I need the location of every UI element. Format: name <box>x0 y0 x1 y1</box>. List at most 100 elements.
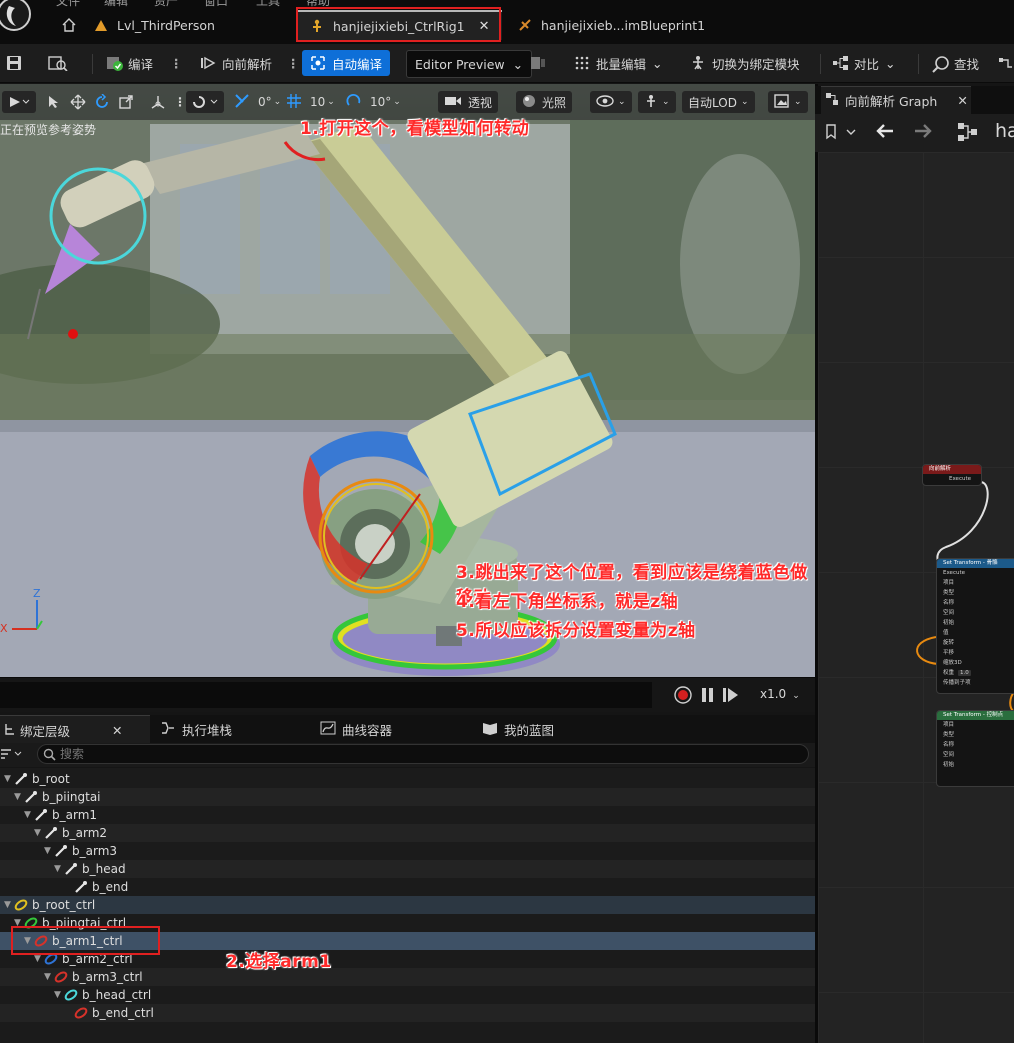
back-arrow-icon[interactable] <box>875 122 895 143</box>
lighting-dropdown[interactable]: 光照 <box>516 91 573 113</box>
expand-arrow-icon[interactable]: ▼ <box>34 954 44 964</box>
node-pin-row[interactable]: 传播到子项 <box>937 678 1014 688</box>
home-icon[interactable] <box>62 18 76 35</box>
tab-execution-stack[interactable]: 执行堆栈 <box>160 715 232 743</box>
editor-preview-dropdown[interactable]: Editor Preview ⌄ <box>406 50 533 78</box>
node-set-transform-bone[interactable]: Set Transform - 骨骼 Execute 项目 类型 名称 空间 初始值旋转平… <box>936 558 1014 694</box>
expand-arrow-icon[interactable]: ▼ <box>34 828 44 838</box>
expand-arrow-icon[interactable]: ▼ <box>14 792 24 802</box>
menu-file[interactable]: 文件 <box>56 0 80 9</box>
filter-menu-icon[interactable] <box>0 747 24 764</box>
tab-anim-blueprint[interactable]: hanjiejixieb...imBlueprint1 <box>518 10 705 40</box>
hierarchy-row-b-arm3-ctrl[interactable]: ▼ b_arm3_ctrl <box>0 968 815 986</box>
unreal-logo-icon[interactable] <box>0 0 40 40</box>
view-mode-dropdown[interactable]: 透视 <box>438 91 499 113</box>
hierarchy-row-b-arm1[interactable]: ▼ b_arm1 <box>0 806 815 824</box>
screenshot-dropdown[interactable]: ⌄ <box>768 91 808 113</box>
find-button[interactable]: 查找 <box>932 50 979 76</box>
hierarchy-row-b-piingtai[interactable]: ▼ b_piingtai <box>0 788 815 806</box>
node-pin-row[interactable]: 缩放3D <box>937 658 1014 668</box>
select-tool-icon[interactable] <box>46 91 60 113</box>
hierarchy-row-b-arm2[interactable]: ▼ b_arm2 <box>0 824 815 842</box>
node-pin-row[interactable]: 名称 <box>937 740 1014 750</box>
graph-canvas[interactable]: 向前解析 Execute Set Transform - 骨骼 Execute 项… <box>818 152 1014 1043</box>
rotation-snap-toggle[interactable]: 10° ⌄ <box>346 91 401 113</box>
viewport-options-button[interactable] <box>2 91 36 113</box>
menu-window[interactable]: 窗口 <box>204 0 228 9</box>
node-pin-row[interactable]: 空间 <box>937 750 1014 760</box>
menu-edit[interactable]: 编辑 <box>104 0 128 9</box>
translate-tool-icon[interactable] <box>70 91 86 113</box>
bulk-edit-button[interactable]: 批量编辑 ⌄ <box>574 50 663 76</box>
hierarchy-search-input[interactable] <box>37 744 809 764</box>
node-forward-solve[interactable]: 向前解析 Execute <box>922 464 982 486</box>
viewport-more-icon[interactable]: ⋮ <box>174 91 186 113</box>
forward-solve-button[interactable]: 向前解析 <box>200 50 272 76</box>
node-pin-row[interactable]: 值 <box>937 628 1014 638</box>
node-pin-row[interactable]: 旋转 <box>937 638 1014 648</box>
viewport[interactable]: ⋮ 0° ⌄ 10 ⌄ 10° ⌄ 透视 光照 ⌄ ⌄ 自动LOD ⌄ ⌄ 正在… <box>0 84 815 677</box>
expand-arrow-icon[interactable]: ▼ <box>44 972 54 982</box>
save-icon[interactable] <box>6 50 22 76</box>
switch-binding-button[interactable]: 切换为绑定模块 <box>690 50 800 76</box>
tab-curve-container[interactable]: 曲线容器 <box>320 715 392 743</box>
compile-button[interactable]: 编译 <box>106 50 153 76</box>
scale-tool-icon[interactable] <box>118 91 134 113</box>
node-pin-row[interactable]: 权重 1.0 <box>937 668 1014 678</box>
surface-snap-dropdown[interactable] <box>186 91 224 113</box>
expand-arrow-icon[interactable]: ▼ <box>24 810 34 820</box>
show-flags-dropdown[interactable]: ⌄ <box>590 91 632 113</box>
character-dropdown[interactable]: ⌄ <box>638 91 676 113</box>
expand-arrow-icon[interactable]: ▼ <box>54 864 64 874</box>
auto-compile-button[interactable]: 自动编译 <box>302 50 391 76</box>
node-pin-row[interactable]: 项目 <box>937 578 1014 588</box>
tab-my-blueprint[interactable]: 我的蓝图 <box>482 715 554 743</box>
expand-arrow-icon[interactable]: ▼ <box>4 774 14 784</box>
node-pin-row[interactable]: 空间 <box>937 608 1014 618</box>
diff-button[interactable]: 对比 ⌄ <box>832 50 896 76</box>
forward-arrow-icon[interactable] <box>913 122 933 143</box>
record-icon[interactable] <box>674 686 692 707</box>
node-pin-row[interactable]: 类型 <box>937 588 1014 598</box>
hierarchy-row-b-head[interactable]: ▼ b_head <box>0 860 815 878</box>
node-pin-row[interactable]: 名称 <box>937 598 1014 608</box>
node-pin-row[interactable]: 项目 <box>937 720 1014 730</box>
playback-speed-dropdown[interactable]: x1.0 ⌄ <box>760 687 800 701</box>
bookmark-dropdown-icon[interactable] <box>825 124 859 143</box>
hierarchy-row-b-end[interactable]: b_end <box>0 878 815 896</box>
node-execute-pin[interactable]: Execute <box>923 474 981 484</box>
lod-dropdown[interactable]: 自动LOD ⌄ <box>682 91 755 113</box>
hierarchy-row-b-arm3[interactable]: ▼ b_arm3 <box>0 842 815 860</box>
browse-asset-icon[interactable] <box>48 50 68 76</box>
node-pin-row[interactable]: 平移 <box>937 648 1014 658</box>
node-pin-row[interactable]: 类型 <box>937 730 1014 740</box>
rotate-tool-icon[interactable] <box>94 91 110 113</box>
expand-arrow-icon[interactable]: ▼ <box>4 900 14 910</box>
tab-rig-hierarchy[interactable]: 绑定层级 ✕ <box>0 715 150 744</box>
hierarchy-row-b-head-ctrl[interactable]: ▼ b_head_ctrl <box>0 986 815 1004</box>
timeline-track[interactable] <box>0 682 652 708</box>
overflow-icon[interactable] <box>998 50 1014 76</box>
close-icon[interactable]: ✕ <box>957 93 967 108</box>
preview-asset-icon[interactable] <box>530 50 546 76</box>
node-pin-row[interactable]: 初始 <box>937 760 1014 770</box>
hierarchy-row-b-end-ctrl[interactable]: b_end_ctrl <box>0 1004 815 1022</box>
menu-asset[interactable]: 资产 <box>154 0 178 9</box>
close-icon[interactable]: ✕ <box>112 723 122 738</box>
coordinate-space-icon[interactable] <box>150 91 166 113</box>
angle-snap-toggle[interactable]: 0° ⌄ <box>234 91 281 113</box>
expand-arrow-icon[interactable]: ▼ <box>54 990 64 1000</box>
hierarchy-row-b-root-ctrl[interactable]: ▼ b_root_ctrl <box>0 896 815 914</box>
graph-hierarchy-icon[interactable] <box>957 122 979 145</box>
compile-options-icon[interactable]: ⋮ <box>170 50 183 76</box>
menu-tools[interactable]: 工具 <box>256 0 280 9</box>
node-set-transform-control[interactable]: Set Transform - 控制点 项目 类型 名称 空间 初始 <box>936 710 1014 787</box>
graph-breadcrumb[interactable]: ha <box>995 120 1014 142</box>
grid-snap-toggle[interactable]: 10 ⌄ <box>286 91 335 113</box>
node-pin-row[interactable]: 初始 <box>937 618 1014 628</box>
forward-solve-options-icon[interactable]: ⋮ <box>287 50 300 76</box>
tab-level[interactable]: Lvl_ThirdPerson <box>94 10 215 40</box>
tab-forward-solve-graph[interactable]: 向前解析 Graph ✕ <box>821 86 971 114</box>
step-forward-icon[interactable] <box>722 687 740 706</box>
expand-arrow-icon[interactable]: ▼ <box>44 846 54 856</box>
